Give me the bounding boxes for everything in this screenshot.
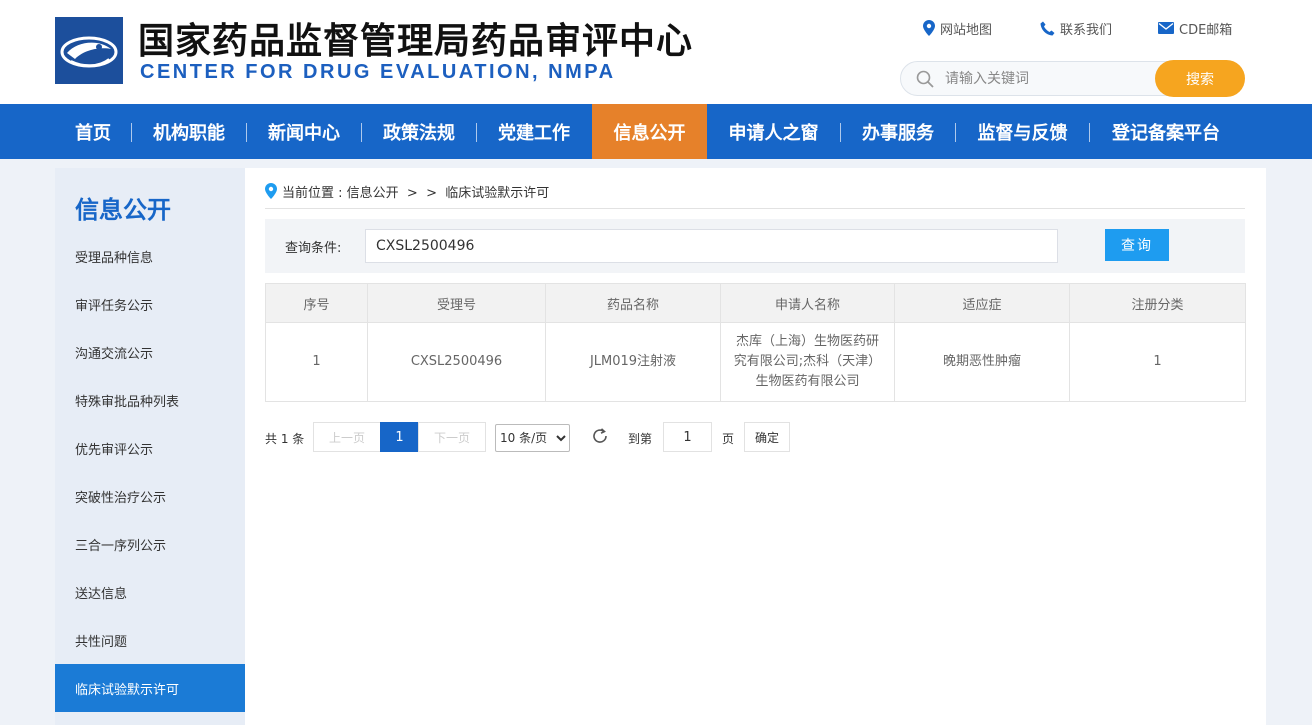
site-title-en: CENTER FOR DRUG EVALUATION, NMPA xyxy=(140,61,616,83)
contact-label: 联系我们 xyxy=(1060,22,1113,38)
phone-icon xyxy=(1040,21,1055,35)
cde-mail-label: CDE邮箱 xyxy=(1179,22,1233,38)
prev-page-button[interactable]: 上一页 xyxy=(313,422,381,452)
nav-item-feedback[interactable]: 监督与反馈 xyxy=(956,104,1089,159)
pagination-total: 共 1 条 xyxy=(265,432,305,446)
contact-link[interactable]: 联系我们 xyxy=(1040,19,1113,38)
table-header-row: 序号 受理号 药品名称 申请人名称 适应症 注册分类 xyxy=(265,283,1246,323)
column-header: 注册分类 xyxy=(1069,283,1246,323)
location-pin-icon xyxy=(923,20,935,36)
sidebar-item-accepted-varieties[interactable]: 受理品种信息 xyxy=(55,232,245,280)
refresh-icon[interactable] xyxy=(591,427,609,445)
sidebar-item-delivery[interactable]: 送达信息 xyxy=(55,568,245,616)
nav-item-party[interactable]: 党建工作 xyxy=(477,104,591,159)
pagination: 共 1 条 上一页 1 下一页 10 条/页 到第 页 确定 xyxy=(265,422,825,452)
results-table: 序号 受理号 药品名称 申请人名称 适应症 注册分类 1 CXSL2500496… xyxy=(265,283,1246,402)
nav-item-registration[interactable]: 登记备案平台 xyxy=(1090,104,1242,159)
goto-page-input[interactable] xyxy=(663,422,712,452)
page-size-select[interactable]: 10 条/页 xyxy=(495,424,570,452)
main-nav: 首页 机构职能 新闻中心 政策法规 党建工作 信息公开 申请人之窗 办事服务 监… xyxy=(0,104,1312,159)
cell-indication: 晚期恶性肿瘤 xyxy=(894,322,1070,402)
site-header: 国家药品监督管理局药品审评中心 CENTER FOR DRUG EVALUATI… xyxy=(0,0,1312,104)
cell-acceptance-number: CXSL2500496 xyxy=(367,322,546,402)
sidebar-title: 信息公开 xyxy=(75,196,171,224)
query-bar: 查询条件: 查询 xyxy=(265,219,1245,273)
sidebar-item-clinical-trial[interactable]: 临床试验默示许可 xyxy=(55,664,245,712)
goto-label: 到第 xyxy=(628,432,653,446)
cde-mail-link[interactable]: CDE邮箱 xyxy=(1158,19,1233,38)
cell-index: 1 xyxy=(265,322,368,402)
nav-item-home[interactable]: 首页 xyxy=(55,104,131,159)
nav-item-policy[interactable]: 政策法规 xyxy=(362,104,476,159)
page-unit-label: 页 xyxy=(722,432,735,446)
column-header: 申请人名称 xyxy=(720,283,895,323)
breadcrumb-text: 当前位置 : 信息公开 > > 临床试验默示许可 xyxy=(282,186,550,201)
table-row: 1 CXSL2500496 JLM019注射液 杰库（上海）生物医药研究有限公司… xyxy=(265,322,1246,402)
column-header: 药品名称 xyxy=(545,283,721,323)
nav-item-services[interactable]: 办事服务 xyxy=(841,104,955,159)
sidebar-item-priority-review[interactable]: 优先审评公示 xyxy=(55,424,245,472)
query-input[interactable] xyxy=(365,229,1058,263)
header-search-button[interactable]: 搜索 xyxy=(1155,60,1245,97)
column-header: 序号 xyxy=(265,283,368,323)
nav-item-applicant[interactable]: 申请人之窗 xyxy=(707,104,840,159)
cell-drug-name: JLM019注射液 xyxy=(545,322,721,402)
nav-item-functions[interactable]: 机构职能 xyxy=(132,104,246,159)
sidebar-item-communication[interactable]: 沟通交流公示 xyxy=(55,328,245,376)
site-map-link[interactable]: 网站地图 xyxy=(923,19,993,38)
main-content: 当前位置 : 信息公开 > > 临床试验默示许可 查询条件: 查询 序号 受理号… xyxy=(245,168,1266,725)
cell-registration-class: 1 xyxy=(1069,322,1246,402)
cell-applicant: 杰库（上海）生物医药研究有限公司;杰科（天津）生物医药有限公司 xyxy=(720,322,895,402)
search-icon xyxy=(916,70,934,88)
site-title-cn: 国家药品监督管理局药品审评中心 xyxy=(138,21,694,62)
breadcrumb: 当前位置 : 信息公开 > > 临床试验默示许可 xyxy=(265,182,1245,209)
sidebar-item-three-in-one[interactable]: 三合一序列公示 xyxy=(55,520,245,568)
location-pin-icon xyxy=(265,183,277,199)
mail-icon xyxy=(1158,22,1174,34)
column-header: 受理号 xyxy=(367,283,546,323)
sidebar-item-common-issues[interactable]: 共性问题 xyxy=(55,616,245,664)
sidebar-item-special-approval[interactable]: 特殊审批品种列表 xyxy=(55,376,245,424)
site-map-label: 网站地图 xyxy=(940,22,993,38)
current-page[interactable]: 1 xyxy=(380,422,419,452)
nav-item-news[interactable]: 新闻中心 xyxy=(247,104,361,159)
cde-logo[interactable] xyxy=(55,17,123,84)
sidebar: 信息公开 受理品种信息 审评任务公示 沟通交流公示 特殊审批品种列表 优先审评公… xyxy=(55,168,245,725)
sidebar-item-review-tasks[interactable]: 审评任务公示 xyxy=(55,280,245,328)
header-search-input[interactable] xyxy=(945,68,1145,90)
goto-confirm-button[interactable]: 确定 xyxy=(744,422,790,452)
query-button[interactable]: 查询 xyxy=(1105,229,1169,261)
top-links: 网站地图 联系我们 CDE邮箱 xyxy=(920,19,1240,38)
nav-item-info-public[interactable]: 信息公开 xyxy=(592,104,707,159)
sidebar-item-breakthrough[interactable]: 突破性治疗公示 xyxy=(55,472,245,520)
query-label: 查询条件: xyxy=(285,241,342,256)
column-header: 适应症 xyxy=(894,283,1070,323)
next-page-button[interactable]: 下一页 xyxy=(418,422,486,452)
